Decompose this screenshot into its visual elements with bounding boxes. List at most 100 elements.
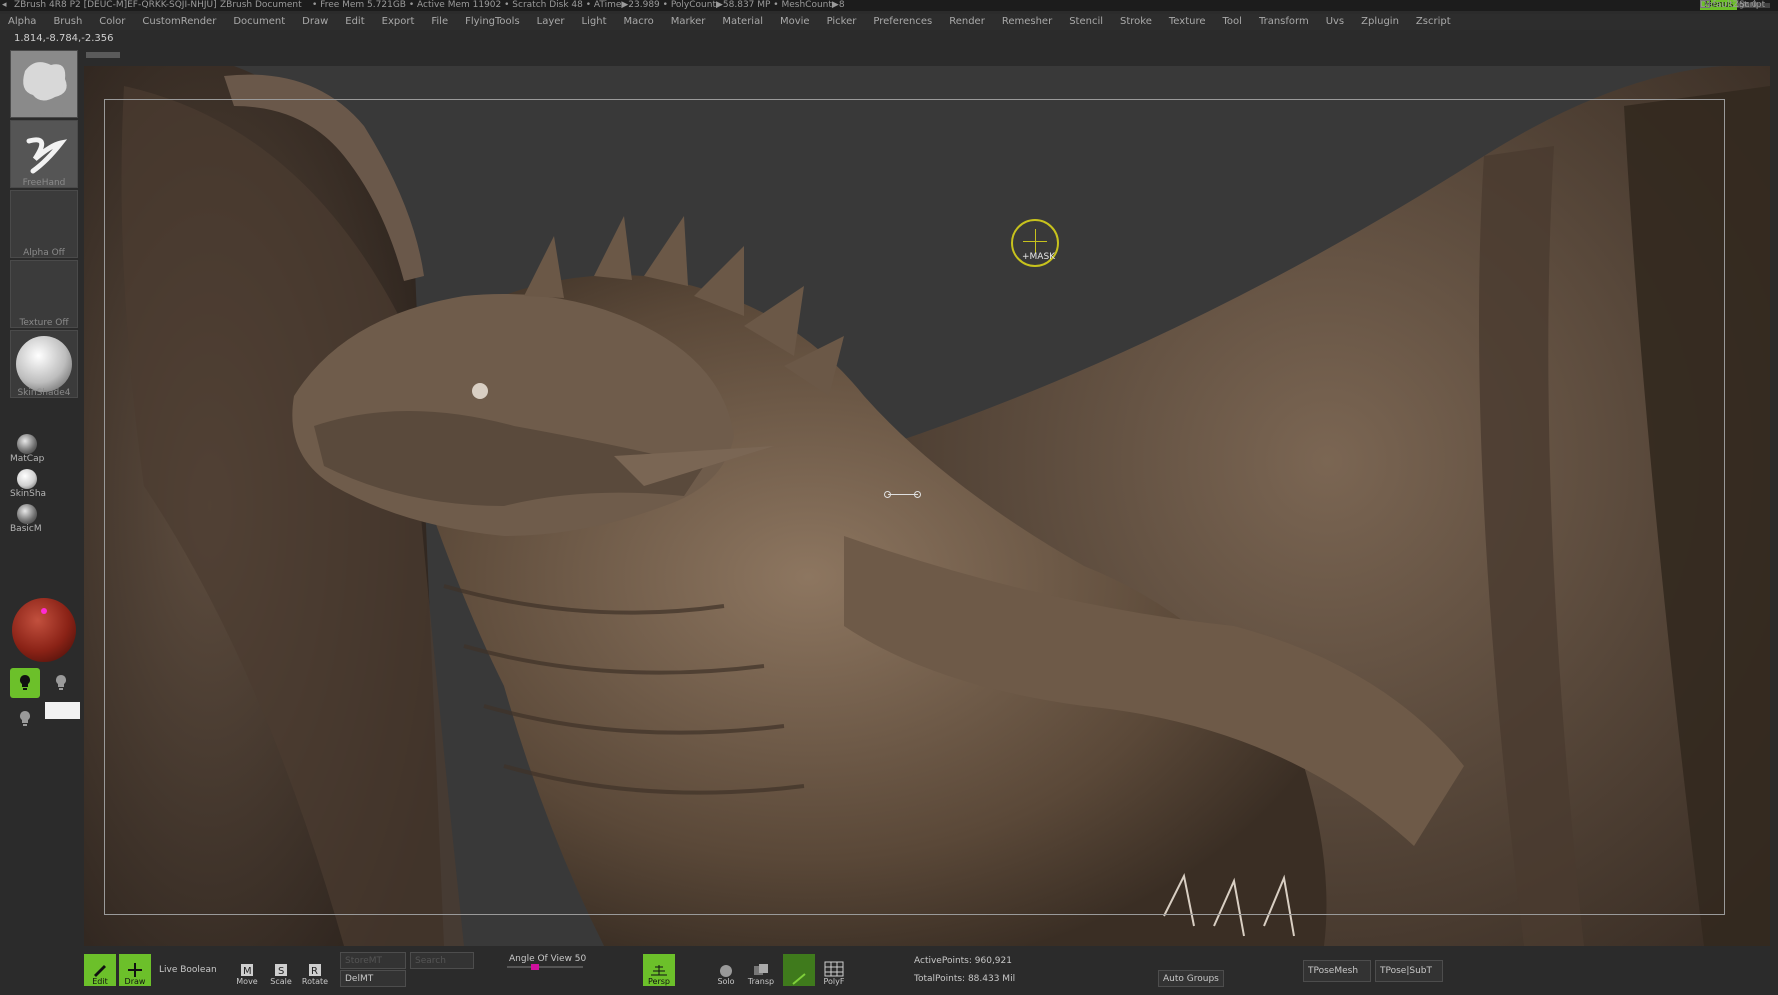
lightbulb-icon bbox=[20, 711, 30, 726]
canvas-viewport[interactable] bbox=[84, 66, 1770, 946]
delmt-button[interactable]: DelMT bbox=[340, 970, 406, 987]
svg-text:S: S bbox=[278, 966, 284, 977]
main-color-picker[interactable] bbox=[12, 598, 76, 662]
coordinate-readout: 1.814,-8.784,-2.356 bbox=[14, 33, 114, 44]
menu-brush[interactable]: Brush bbox=[45, 14, 91, 30]
titlebar-right: QuickSave See-through 0 Menus DefaultZSc… bbox=[1700, 0, 1778, 11]
persp-label: Persp bbox=[648, 977, 670, 986]
rotate-button[interactable]: R Rotate bbox=[299, 954, 331, 986]
tposemesh-button[interactable]: TPoseMesh bbox=[1303, 960, 1371, 982]
auto-groups-button[interactable]: Auto Groups bbox=[1158, 970, 1224, 987]
cursor-mode-label: +MASK bbox=[1022, 252, 1056, 262]
edit-icon bbox=[94, 965, 106, 977]
persp-button[interactable]: Persp bbox=[643, 954, 675, 986]
menu-remesher[interactable]: Remesher bbox=[994, 14, 1061, 30]
live-boolean-button[interactable]: Live Boolean bbox=[159, 965, 217, 975]
draw-icon bbox=[128, 963, 142, 977]
menu-picker[interactable]: Picker bbox=[819, 14, 866, 30]
active-points-readout: ActivePoints: 960,921 bbox=[914, 956, 1012, 966]
solo-icon bbox=[720, 965, 732, 977]
draw-label: Draw bbox=[124, 977, 146, 986]
menu-light[interactable]: Light bbox=[574, 14, 616, 30]
transpose-handle-end[interactable] bbox=[914, 491, 921, 498]
menu-draw[interactable]: Draw bbox=[294, 14, 337, 30]
light-secondary-button[interactable] bbox=[46, 668, 76, 698]
polyframe-grid-icon bbox=[824, 961, 844, 977]
brush-label: MaskPen bbox=[24, 108, 64, 118]
secondary-color-swatch[interactable] bbox=[45, 702, 80, 719]
transparency-icon bbox=[754, 964, 768, 975]
matcap-quick-3[interactable]: BasicM bbox=[10, 504, 42, 534]
light-on-button[interactable] bbox=[10, 668, 40, 698]
transp-label: Transp bbox=[747, 977, 775, 986]
tpose-subt-button[interactable]: TPose|SubT bbox=[1375, 960, 1443, 982]
document-title: ZBrush Document bbox=[220, 0, 302, 10]
matcap-quick-2[interactable]: SkinSha bbox=[10, 469, 46, 499]
draw-button[interactable]: Draw bbox=[119, 954, 151, 986]
matcap-quick-1[interactable]: MatCap bbox=[10, 434, 44, 464]
stroke-label: FreeHand bbox=[22, 178, 66, 188]
move-button[interactable]: M Move bbox=[231, 954, 263, 986]
window-control-icon[interactable]: ◂ bbox=[2, 0, 7, 10]
rotate-label: Rotate bbox=[301, 977, 329, 986]
basic-material-label: BasicM bbox=[10, 524, 42, 534]
transp-button[interactable]: Transp bbox=[745, 954, 777, 986]
scale-icon: S bbox=[275, 964, 287, 977]
menu-preferences[interactable]: Preferences bbox=[865, 14, 941, 30]
memory-stats: • Free Mem 5.721GB • Active Mem 11902 • … bbox=[312, 0, 845, 10]
lightbulb-icon bbox=[20, 675, 30, 690]
angle-of-view-slider[interactable] bbox=[507, 966, 583, 968]
left-shelf: MaskPen FreeHand Alpha Off Texture Off S… bbox=[0, 48, 82, 948]
menu-material[interactable]: Material bbox=[714, 14, 772, 30]
polyf-button[interactable]: PolyF bbox=[818, 954, 850, 986]
edit-label: Edit bbox=[92, 977, 108, 986]
solo-label: Solo bbox=[717, 977, 735, 986]
material-sphere-icon bbox=[16, 336, 72, 392]
storemt-button[interactable]: StoreMT bbox=[340, 952, 406, 969]
move-label: Move bbox=[236, 977, 258, 986]
matcap-sphere-icon bbox=[17, 434, 37, 454]
move-icon: M bbox=[241, 964, 253, 977]
menu-document[interactable]: Document bbox=[225, 14, 294, 30]
menu-file[interactable]: File bbox=[423, 14, 457, 30]
menu-flyingtools[interactable]: FlyingTools bbox=[457, 14, 529, 30]
menu-transform[interactable]: Transform bbox=[1251, 14, 1318, 30]
perspective-icon bbox=[651, 965, 667, 976]
menu-alpha[interactable]: Alpha bbox=[0, 14, 45, 30]
close-icon[interactable] bbox=[1700, 0, 1710, 8]
bottom-shelf: Edit Draw Live Boolean M Move S Scale R … bbox=[84, 948, 1778, 995]
menu-tool[interactable]: Tool bbox=[1215, 14, 1251, 30]
menu-movie[interactable]: Movie bbox=[772, 14, 819, 30]
menu-marker[interactable]: Marker bbox=[663, 14, 715, 30]
alpha-label: Alpha Off bbox=[23, 248, 65, 258]
edit-button[interactable]: Edit bbox=[84, 954, 116, 986]
menu-macro[interactable]: Macro bbox=[616, 14, 663, 30]
menu-uvs[interactable]: Uvs bbox=[1318, 14, 1353, 30]
menu-stencil[interactable]: Stencil bbox=[1061, 14, 1112, 30]
menu-export[interactable]: Export bbox=[374, 14, 424, 30]
angle-of-view-knob[interactable] bbox=[531, 964, 539, 970]
search-field[interactable]: Search bbox=[410, 952, 474, 969]
tray-tab-handle[interactable] bbox=[86, 52, 120, 58]
menu-zscript[interactable]: Zscript bbox=[1408, 14, 1460, 30]
lightbulb-icon bbox=[56, 675, 66, 690]
menu-stroke[interactable]: Stroke bbox=[1112, 14, 1161, 30]
skinshade-sphere-icon bbox=[17, 469, 37, 489]
menu-layer[interactable]: Layer bbox=[529, 14, 574, 30]
rotate-icon: R bbox=[309, 964, 321, 977]
menu-customrender[interactable]: CustomRender bbox=[134, 14, 225, 30]
svg-text:M: M bbox=[243, 966, 252, 977]
menu-color[interactable]: Color bbox=[91, 14, 134, 30]
menu-zplugin[interactable]: Zplugin bbox=[1353, 14, 1408, 30]
solo-button[interactable]: Solo bbox=[710, 954, 742, 986]
menu-edit[interactable]: Edit bbox=[337, 14, 373, 30]
menu-bar: Alpha Brush Color CustomRender Document … bbox=[0, 14, 1778, 30]
material-label: SkinShade4 bbox=[17, 388, 71, 398]
ghost-button[interactable] bbox=[783, 954, 815, 986]
angle-of-view-label: Angle Of View 50 bbox=[509, 954, 587, 964]
light-tertiary-button[interactable] bbox=[10, 704, 40, 734]
texture-label: Texture Off bbox=[19, 318, 69, 328]
menu-texture[interactable]: Texture bbox=[1161, 14, 1215, 30]
menu-render[interactable]: Render bbox=[941, 14, 994, 30]
scale-button[interactable]: S Scale bbox=[265, 954, 297, 986]
